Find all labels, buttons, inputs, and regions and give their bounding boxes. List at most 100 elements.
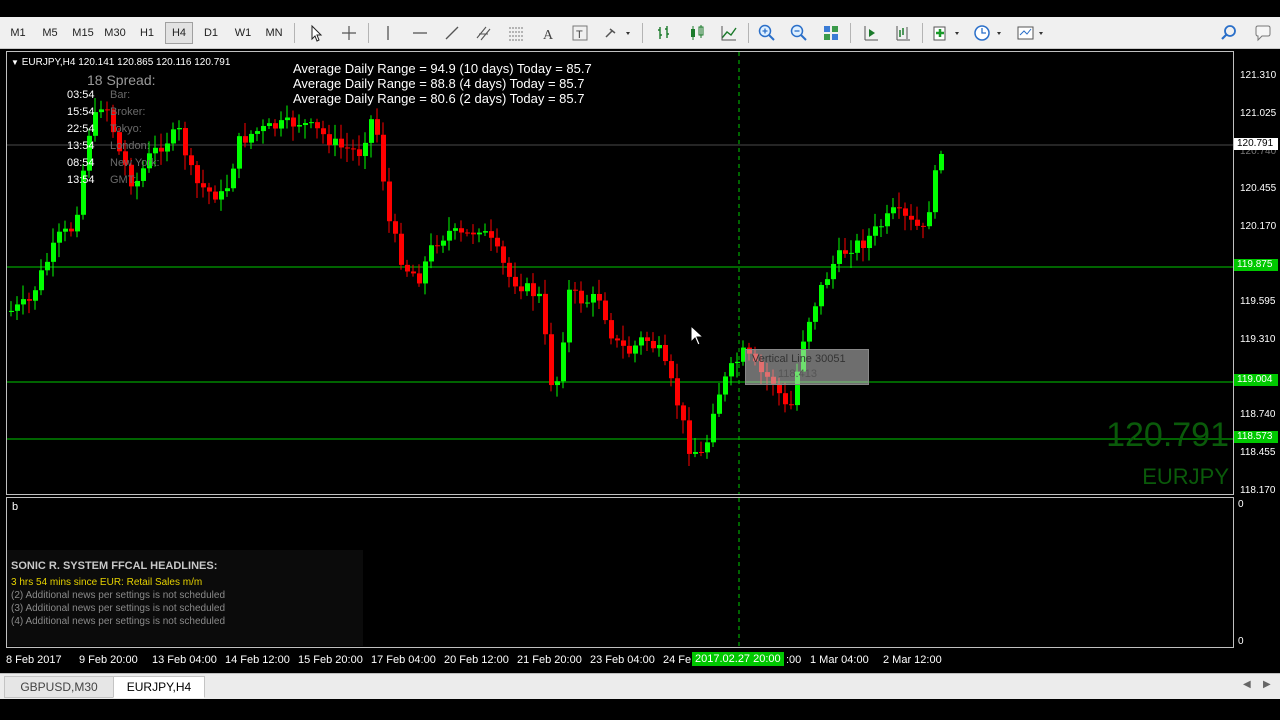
candle-body: [861, 240, 866, 249]
subwindow-vline: [738, 498, 740, 647]
timeframe-h4[interactable]: H4: [165, 22, 193, 44]
candle-body: [429, 245, 434, 262]
chart-shift-icon[interactable]: [890, 20, 916, 46]
candle-body: [885, 213, 890, 227]
candle-body: [225, 188, 230, 192]
trendline-icon[interactable]: [439, 20, 465, 46]
tooltip-title: Vertical Line 30051: [752, 353, 846, 365]
candle-body: [51, 242, 56, 262]
chat-icon[interactable]: [1250, 20, 1276, 46]
zoom-out-icon[interactable]: [786, 20, 812, 46]
price-tick: 118.740: [1240, 409, 1276, 420]
line-chart-icon[interactable]: [716, 20, 742, 46]
candle-body: [255, 131, 260, 134]
timeframe-m30[interactable]: M30: [100, 22, 130, 44]
candle-body: [99, 109, 104, 113]
adr-line-4: Average Daily Range = 88.8 (4 days) Toda…: [293, 76, 585, 91]
equidistant-channel-icon[interactable]: [471, 20, 497, 46]
candle-body: [591, 293, 596, 303]
candle-body: [159, 147, 164, 152]
tab-scroll-left-icon[interactable]: ◀: [1243, 679, 1251, 690]
candle-body: [699, 451, 704, 453]
candle-body: [75, 214, 80, 232]
candle-body: [879, 226, 884, 228]
text-tool-icon[interactable]: A: [535, 20, 561, 46]
timeframe-w1[interactable]: W1: [229, 22, 257, 44]
candle-body: [669, 361, 674, 379]
candle-body: [723, 376, 728, 395]
vertical-line-icon[interactable]: [375, 20, 401, 46]
candle-body: [453, 228, 458, 231]
text-label-icon[interactable]: T: [567, 20, 593, 46]
timeframe-h1[interactable]: H1: [133, 22, 161, 44]
candle-body: [375, 119, 380, 135]
auto-scroll-icon[interactable]: [858, 20, 884, 46]
session-time-broker: 15:54: [67, 106, 95, 118]
candle-body: [231, 168, 236, 189]
top-edge: [0, 0, 1280, 17]
candle-body: [615, 338, 620, 341]
timeframe-d1[interactable]: D1: [197, 22, 225, 44]
arrows-dropdown-icon[interactable]: [600, 20, 634, 46]
bar-chart-icon[interactable]: [651, 20, 677, 46]
time-tick: 21 Feb 20:00: [517, 654, 582, 666]
candle-body: [675, 378, 680, 406]
time-axis: 8 Feb 2017 9 Feb 20:00 13 Feb 04:00 14 F…: [0, 649, 1280, 671]
tooltip-value: 118.413: [778, 368, 817, 380]
candle-body: [507, 262, 512, 277]
candle-body: [465, 232, 470, 234]
candlestick-chart-icon[interactable]: [684, 20, 710, 46]
candle-body: [633, 345, 638, 354]
candle-body: [537, 293, 542, 297]
candle-body: [621, 340, 626, 346]
session-label-newyork: New York:: [110, 157, 160, 169]
indicators-dropdown-icon[interactable]: [929, 20, 963, 46]
candle-body: [33, 290, 38, 301]
periods-clock-icon[interactable]: [971, 20, 1005, 46]
search-icon[interactable]: [1216, 20, 1242, 46]
crosshair-icon[interactable]: [336, 20, 362, 46]
candle-body: [663, 345, 668, 362]
main-chart-panel[interactable]: ▼ EURJPY,H4 120.141 120.865 120.116 120.…: [6, 51, 1234, 495]
fibonacci-icon[interactable]: [503, 20, 529, 46]
time-tick: 1 Mar 04:00: [810, 654, 869, 666]
candle-body: [477, 232, 482, 235]
session-label-bar: Bar:: [110, 89, 131, 101]
separator: [850, 23, 851, 43]
bottom-edge: [0, 700, 1280, 720]
candle-body: [9, 310, 14, 312]
tab-scroll-right-icon[interactable]: ▶: [1263, 679, 1271, 690]
tab-gbpusd-m30[interactable]: GBPUSD,M30: [4, 676, 114, 698]
horizontal-line-icon[interactable]: [407, 20, 433, 46]
time-tick: 2 Mar 12:00: [883, 654, 942, 666]
templates-dropdown-icon[interactable]: [1013, 20, 1047, 46]
big-price: 120.791: [1106, 416, 1229, 454]
timeframe-m1[interactable]: M1: [4, 22, 32, 44]
candle-body: [555, 381, 560, 386]
zoom-in-icon[interactable]: [754, 20, 780, 46]
candle-body: [651, 340, 656, 349]
price-tick: 120.455: [1240, 183, 1277, 194]
candle-body: [807, 321, 812, 342]
candle-body: [549, 334, 554, 386]
candle-body: [339, 138, 344, 148]
svg-text:T: T: [576, 29, 583, 41]
tab-eurjpy-h4[interactable]: EURJPY,H4: [113, 676, 205, 698]
toolbar: M1 M5 M15 M30 H1 H4 D1 W1 MN A T: [0, 17, 1280, 49]
timeframe-mn[interactable]: MN: [261, 22, 287, 44]
indicator-subwindow[interactable]: b SONIC R. SYSTEM FFCAL HEADLINES: 3 hrs…: [6, 497, 1234, 648]
subwindow-axis-top: 0: [1238, 499, 1244, 510]
subwindow-axis-bottom: 0: [1238, 636, 1244, 647]
timeframe-m15[interactable]: M15: [68, 22, 98, 44]
candle-body: [165, 143, 170, 152]
candle-body: [291, 117, 296, 127]
candle-body: [15, 304, 20, 311]
separator: [642, 23, 643, 43]
candle-body: [315, 122, 320, 129]
tile-windows-icon[interactable]: [818, 20, 844, 46]
candle-body: [513, 276, 518, 287]
cursor-arrow-icon[interactable]: [303, 20, 329, 46]
candle-body: [717, 394, 722, 414]
candle-body: [213, 191, 218, 200]
timeframe-m5[interactable]: M5: [36, 22, 64, 44]
